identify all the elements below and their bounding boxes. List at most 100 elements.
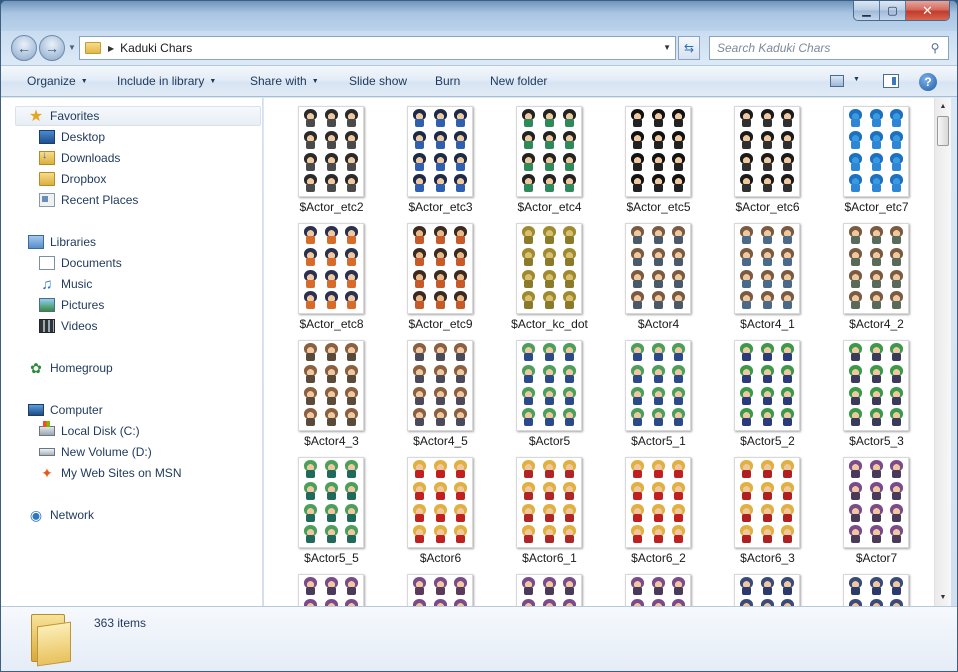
sidebar-item-dropbox[interactable]: Dropbox bbox=[39, 169, 106, 189]
scroll-up-arrow-icon[interactable]: ▲ bbox=[935, 98, 951, 115]
file-item[interactable]: $Actor4_1 bbox=[700, 215, 808, 332]
file-item[interactable]: $Actor_etc9 bbox=[373, 215, 481, 332]
sprite-frame bbox=[737, 386, 756, 407]
slide-show-button[interactable]: Slide show bbox=[349, 74, 407, 88]
sprite-frame bbox=[867, 503, 886, 524]
preview-pane-icon[interactable] bbox=[883, 74, 899, 88]
sidebar-item-label: Favorites bbox=[50, 109, 100, 123]
vertical-scrollbar[interactable]: ▲ ▼ bbox=[934, 98, 951, 606]
sprite-frame bbox=[649, 152, 668, 173]
sidebar-item-new-volume[interactable]: New Volume (D:) bbox=[39, 442, 152, 462]
file-item[interactable]: $Actor_etc4 bbox=[482, 98, 590, 215]
file-item[interactable]: $Actor4_3 bbox=[264, 332, 372, 449]
sprite-frame bbox=[758, 269, 777, 290]
file-thumbnail bbox=[734, 106, 800, 197]
file-item[interactable]: $Actor_etc3 bbox=[373, 98, 481, 215]
file-item[interactable]: $Actor_etc6 bbox=[700, 98, 808, 215]
sprite-frame bbox=[737, 109, 756, 129]
sidebar-item-downloads[interactable]: Downloads bbox=[39, 148, 120, 168]
breadcrumb-current-folder[interactable]: Kaduki Chars bbox=[120, 41, 192, 55]
sidebar-item-documents[interactable]: Documents bbox=[39, 253, 122, 273]
title-bar[interactable]: ▁ ▢ ✕ bbox=[1, 1, 957, 31]
file-item[interactable]: $Actor4 bbox=[591, 215, 699, 332]
file-item[interactable]: $Actor6_2 bbox=[591, 449, 699, 566]
sidebar-item-network[interactable]: ◉ Network bbox=[28, 505, 94, 525]
sidebar-item-my-web-sites[interactable]: ✦ My Web Sites on MSN bbox=[39, 463, 181, 483]
organize-button[interactable]: Organize ▼ bbox=[27, 74, 88, 88]
sprite-frame bbox=[560, 174, 579, 194]
burn-button[interactable]: Burn bbox=[435, 74, 460, 88]
file-item[interactable]: $Actor6_3 bbox=[700, 449, 808, 566]
sprite-frame bbox=[737, 247, 756, 268]
breadcrumb-chevron-icon[interactable]: ▶ bbox=[108, 44, 114, 53]
file-item[interactable]: $Actor4_2 bbox=[809, 215, 917, 332]
address-history-dropdown-icon[interactable]: ▼ bbox=[663, 43, 671, 52]
file-list-view[interactable]: $Actor_etc2 $Actor_etc3 $Actor_etc4 $Actor_… bbox=[264, 98, 934, 606]
sprite-frame bbox=[519, 460, 538, 480]
include-in-library-button[interactable]: Include in library ▼ bbox=[117, 74, 216, 88]
scroll-down-arrow-icon[interactable]: ▼ bbox=[935, 589, 951, 606]
file-item[interactable] bbox=[373, 566, 481, 606]
file-item[interactable]: $Actor4_5 bbox=[373, 332, 481, 449]
sidebar-item-label: Network bbox=[50, 508, 95, 522]
file-item[interactable] bbox=[809, 566, 917, 606]
refresh-button[interactable]: ⇆ bbox=[678, 36, 700, 60]
file-item[interactable] bbox=[700, 566, 808, 606]
file-item[interactable] bbox=[264, 566, 372, 606]
search-box[interactable]: Search Kaduki Chars ⚲ bbox=[709, 36, 949, 60]
change-view-icon[interactable] bbox=[830, 75, 844, 87]
sidebar-item-music[interactable]: ♫ Music bbox=[39, 274, 92, 294]
file-item[interactable]: $Actor7 bbox=[809, 449, 917, 566]
sidebar-item-recent-places[interactable]: Recent Places bbox=[39, 190, 138, 210]
sidebar-item-homegroup[interactable]: ✿ Homegroup bbox=[28, 358, 113, 378]
search-icon[interactable]: ⚲ bbox=[926, 39, 944, 57]
sprite-frame bbox=[649, 386, 668, 407]
file-item[interactable]: $Actor5_2 bbox=[700, 332, 808, 449]
file-thumbnail bbox=[734, 574, 800, 606]
sidebar-item-computer[interactable]: Computer bbox=[28, 400, 103, 420]
sprite-frame bbox=[778, 130, 797, 151]
maximize-button[interactable]: ▢ bbox=[880, 1, 906, 20]
search-input[interactable]: Search Kaduki Chars bbox=[717, 41, 926, 55]
view-options-dropdown-icon[interactable]: ▼ bbox=[853, 76, 860, 83]
sprite-frame bbox=[778, 152, 797, 173]
minimize-button[interactable]: ▁ bbox=[854, 1, 880, 20]
scrollbar-thumb[interactable] bbox=[937, 116, 949, 146]
sprite-frame bbox=[758, 291, 777, 311]
back-button[interactable]: ← bbox=[11, 35, 37, 61]
sidebar-item-pictures[interactable]: Pictures bbox=[39, 295, 104, 315]
file-item[interactable] bbox=[591, 566, 699, 606]
file-item[interactable]: $Actor6_1 bbox=[482, 449, 590, 566]
file-item[interactable] bbox=[482, 566, 590, 606]
file-item[interactable]: $Actor5_3 bbox=[809, 332, 917, 449]
recent-pages-dropdown[interactable]: ▼ bbox=[68, 43, 76, 52]
forward-button[interactable]: → bbox=[39, 35, 65, 61]
sidebar-item-local-disk[interactable]: Local Disk (C:) bbox=[39, 421, 140, 441]
sprite-frame bbox=[758, 364, 777, 385]
share-with-button[interactable]: Share with ▼ bbox=[250, 74, 319, 88]
file-item[interactable]: $Actor6 bbox=[373, 449, 481, 566]
file-item[interactable]: $Actor_kc_dot bbox=[482, 215, 590, 332]
file-item[interactable]: $Actor_etc8 bbox=[264, 215, 372, 332]
sidebar-item-desktop[interactable]: Desktop bbox=[39, 127, 105, 147]
file-item[interactable]: $Actor5_5 bbox=[264, 449, 372, 566]
file-item[interactable]: $Actor_etc5 bbox=[591, 98, 699, 215]
file-item[interactable]: $Actor5_1 bbox=[591, 332, 699, 449]
sidebar-item-videos[interactable]: Videos bbox=[39, 316, 97, 336]
file-item[interactable]: $Actor_etc7 bbox=[809, 98, 917, 215]
sidebar-item-libraries[interactable]: Libraries bbox=[28, 232, 96, 252]
sprite-frame bbox=[410, 386, 429, 407]
address-bar[interactable]: ▶ Kaduki Chars ▼ bbox=[79, 36, 676, 60]
videos-icon bbox=[39, 319, 55, 333]
sprite-frame bbox=[540, 364, 559, 385]
file-item[interactable]: $Actor_etc2 bbox=[264, 98, 372, 215]
sprite-frame bbox=[410, 460, 429, 480]
sidebar-item-favorites[interactable]: ★ Favorites bbox=[15, 106, 261, 126]
help-icon[interactable]: ? bbox=[919, 73, 937, 91]
sprite-frame bbox=[649, 598, 668, 606]
close-button[interactable]: ✕ bbox=[906, 1, 949, 20]
sprite-frame bbox=[778, 481, 797, 502]
file-item[interactable]: $Actor5 bbox=[482, 332, 590, 449]
sprite-frame bbox=[560, 109, 579, 129]
new-folder-button[interactable]: New folder bbox=[490, 74, 547, 88]
